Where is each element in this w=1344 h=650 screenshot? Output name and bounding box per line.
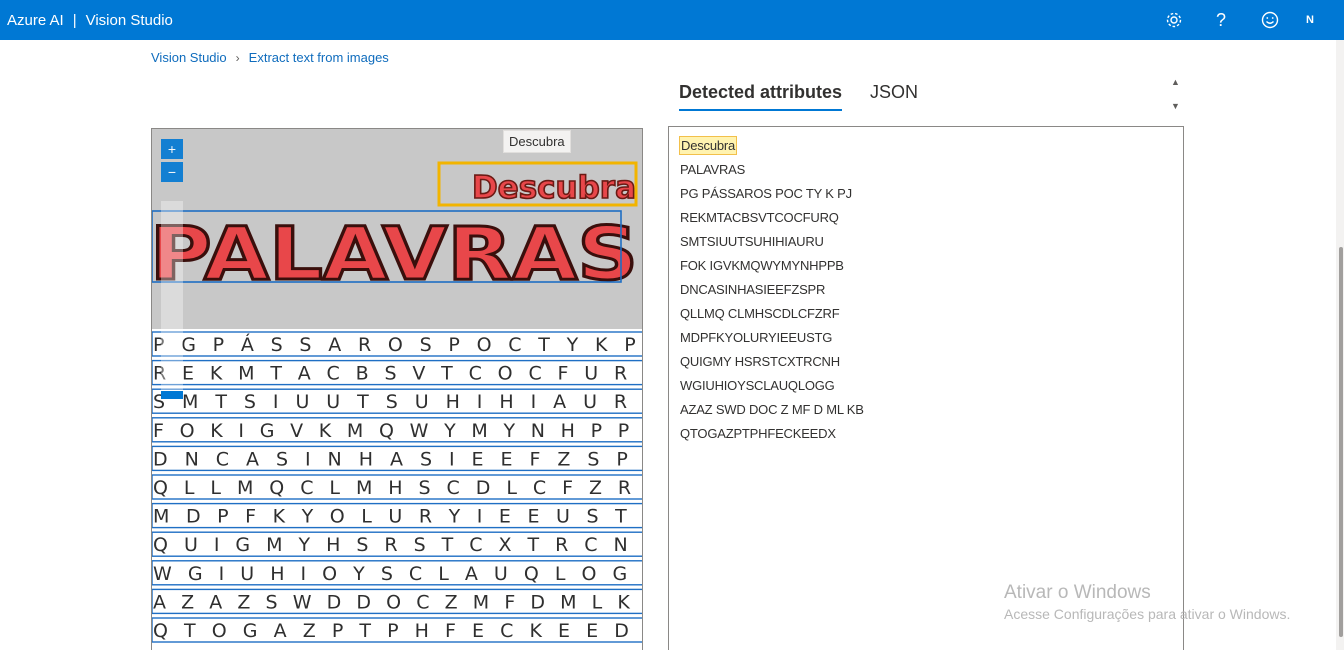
grid-row-text: P G P Á S S A R O S P O C T Y K P J xyxy=(153,333,643,356)
result-line[interactable]: AZAZ SWD DOC Z MF D ML KB xyxy=(679,400,1173,424)
result-line-text: PALAVRAS xyxy=(680,162,746,177)
result-line-text: REKMTACBSVTCOCFURQ xyxy=(680,210,839,225)
tab-detected-attributes[interactable]: Detected attributes xyxy=(679,82,843,111)
tabs-scroll-arrows[interactable]: ▲ ▼ xyxy=(1171,76,1180,112)
zoom-slider-track[interactable] xyxy=(161,201,183,401)
result-line-text: WGIUHIOYSCLAUQLOGG xyxy=(680,378,835,393)
result-line-text: QUIGMY HSRSTCXTRCNH xyxy=(680,354,840,369)
result-line[interactable]: FOK IGVKMQWYMYNHPPB xyxy=(679,256,1173,280)
result-line-text: MDPFKYOLURYIEEUSTG xyxy=(680,330,833,345)
letter-grid: P G P Á S S A R O S P O C T Y K P J R E K… xyxy=(153,333,643,642)
result-line[interactable]: Descubra xyxy=(679,136,1173,160)
heading-small-text: Descubra xyxy=(472,170,636,206)
zoom-out-button[interactable]: − xyxy=(161,162,183,182)
top-bar: Azure AI | Vision Studio ? N xyxy=(0,0,1344,40)
zoom-slider-thumb[interactable] xyxy=(161,391,183,399)
grid-row-text: Q T O G A Z P T P H F E C K E E D X xyxy=(153,620,643,642)
page-scrollbar[interactable] xyxy=(1336,40,1344,650)
breadcrumb-vision-studio[interactable]: Vision Studio xyxy=(151,50,227,65)
avatar[interactable]: N xyxy=(1298,8,1322,32)
result-line-text: QTOGAZPTPHFECKEEDX xyxy=(680,426,836,441)
result-line-text: PG PÁSSAROS POC TY K PJ xyxy=(680,186,852,201)
brand-name: Azure AI xyxy=(7,11,64,29)
gear-icon[interactable] xyxy=(1162,8,1186,32)
result-line-text: Descubra xyxy=(679,136,738,155)
watermark-title: Ativar o Windows xyxy=(1004,582,1151,603)
result-line-text: QLLMQ CLMHSCDLCFZRF xyxy=(680,306,840,321)
grid-row-text: A Z A Z S W D D O C Z M F D M L K B xyxy=(153,591,643,613)
result-line[interactable]: DNCASINHASIEEFZSPR xyxy=(679,280,1173,304)
help-icon[interactable]: ? xyxy=(1209,8,1233,32)
result-line-text: SMTSIUUTSUHIHIAURU xyxy=(680,234,824,249)
watermark-subtitle: Acesse Configurações para ativar o Windo… xyxy=(1004,606,1291,622)
grid-row-text: Q U I G M Y H S R S T C X T R C N H xyxy=(153,534,643,556)
result-line[interactable]: MDPFKYOLURYIEEUSTG xyxy=(679,328,1173,352)
result-tabs: Detected attributes JSON xyxy=(679,82,946,111)
zoom-in-button[interactable]: + xyxy=(161,139,183,159)
result-line[interactable]: REKMTACBSVTCOCFURQ xyxy=(679,208,1173,232)
scrollbar-thumb[interactable] xyxy=(1339,247,1343,637)
result-line[interactable]: QTOGAZPTPHFECKEEDX xyxy=(679,424,1173,448)
result-line[interactable]: PALAVRAS xyxy=(679,160,1173,184)
detected-text-list: Descubra PALAVRAS PG PÁSSAROS POC TY K PJ R… xyxy=(668,126,1184,650)
breadcrumb-extract-text[interactable]: Extract text from images xyxy=(249,50,389,65)
feedback-smiley-icon[interactable] xyxy=(1258,8,1282,32)
grid-row-text: M D P F K Y O L U R Y I E E U S T G xyxy=(153,506,643,528)
brand-separator: | xyxy=(72,11,77,29)
grid-row-box[interactable] xyxy=(152,359,643,386)
grid-row-text: W G I U H I O Y S C L A U Q L O G G xyxy=(153,563,643,585)
product-name: Vision Studio xyxy=(85,11,173,29)
result-line-text: FOK IGVKMQWYMYNHPPB xyxy=(680,258,844,273)
grid-row-text: Q L L M Q C L M H S C D L C F Z R F xyxy=(153,477,643,499)
result-line-text: DNCASINHASIEEFZSPR xyxy=(680,282,826,297)
grid-row-text: F O K I G V K M Q W Y M Y N H P P B xyxy=(153,420,643,442)
tab-json[interactable]: JSON xyxy=(870,82,918,111)
result-line-text: AZAZ SWD DOC Z MF D ML KB xyxy=(680,402,864,417)
heading-large-text: PALAVRAS xyxy=(152,212,638,297)
image-overlay: Descubra PALAVRAS P G P Á S S A R O S P … xyxy=(152,161,643,643)
result-line[interactable]: QLLMQ CLMHSCDLCFZRF xyxy=(679,304,1173,328)
image-viewer[interactable]: Descubra PALAVRAS P G P Á S S A R O S P … xyxy=(151,128,643,650)
grid-row-text: S M T S I U U T S U H I H I A U R U xyxy=(153,391,643,413)
result-line[interactable]: QUIGMY HSRSTCXTRCNH xyxy=(679,352,1173,376)
grid-row-text: R E K M T A C B S V T C O C F U R Q xyxy=(153,363,643,385)
chevron-right-icon: › xyxy=(235,50,240,65)
grid-row-text: D N C A S I N H A S I E E F Z S P R xyxy=(153,448,643,470)
result-line[interactable]: PG PÁSSAROS POC TY K PJ xyxy=(679,184,1173,208)
result-line[interactable]: SMTSIUUTSUHIHIAURU xyxy=(679,232,1173,256)
brand[interactable]: Azure AI | Vision Studio xyxy=(7,0,173,40)
result-line[interactable]: WGIUHIOYSCLAUQLOGG xyxy=(679,376,1173,400)
breadcrumb: Vision Studio › Extract text from images xyxy=(151,50,389,65)
tooltip: Descubra xyxy=(503,130,571,153)
